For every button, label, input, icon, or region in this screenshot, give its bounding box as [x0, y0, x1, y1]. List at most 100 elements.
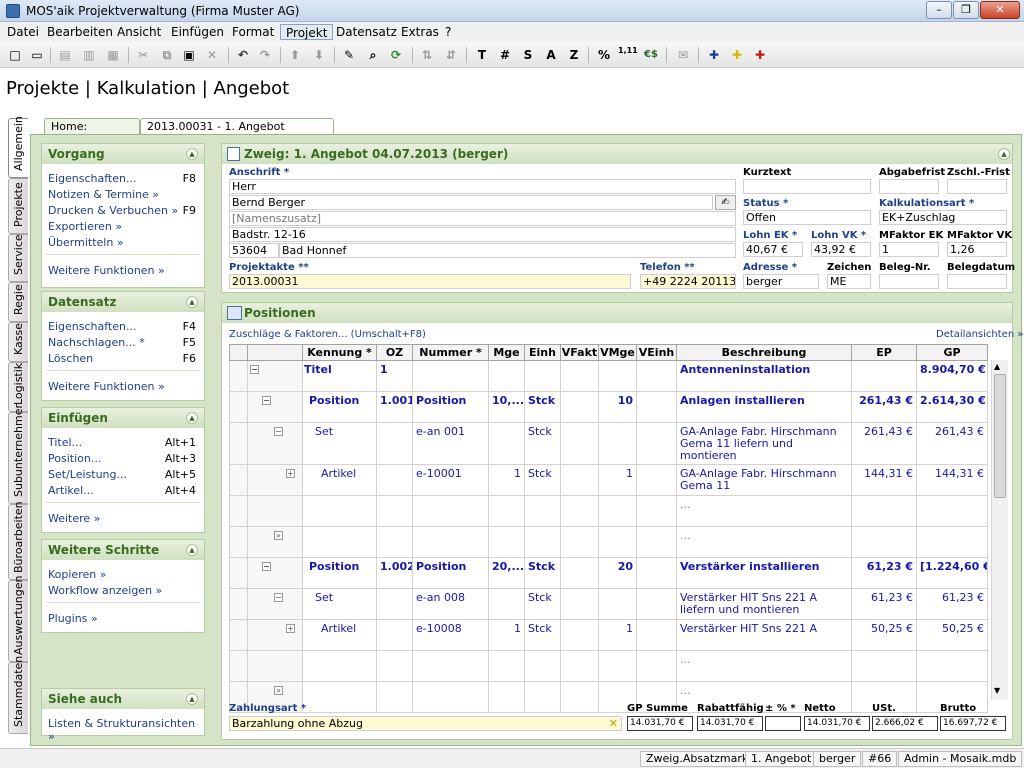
link-weitere-funktionen[interactable]: Weitere Funktionen » — [48, 380, 165, 393]
link-exportieren[interactable]: Exportieren » — [48, 220, 122, 233]
cell-beschr[interactable]: Antenneninstallation — [676, 360, 852, 392]
cell-vfakt[interactable] — [560, 557, 599, 589]
cell-vfakt[interactable] — [560, 391, 599, 423]
redo-icon[interactable]: ↷ — [256, 46, 274, 64]
panel-header[interactable]: Vorgang ▲ — [42, 144, 204, 164]
link-artikel[interactable]: Artikel... — [48, 484, 94, 497]
minimize-button[interactable]: – — [926, 1, 952, 19]
vtab-allgemein[interactable]: Allgemein — [8, 116, 28, 178]
link-kopieren[interactable]: Kopieren » — [48, 568, 106, 581]
cell-nummer[interactable]: e-10008 — [412, 619, 489, 651]
cell-nummer[interactable]: e-an 001 — [412, 422, 489, 465]
cell-mge[interactable] — [488, 526, 525, 558]
vtab-regie[interactable]: Regie — [8, 282, 28, 322]
cell-gp[interactable]: 61,23 € — [916, 588, 988, 620]
cell-gp[interactable]: 2.614,30 € — [916, 391, 988, 423]
col-einh[interactable]: Einh — [524, 344, 561, 361]
field-zahlungsart[interactable]: Barzahlung ohne Abzug ✕ — [229, 716, 622, 731]
col-vfakt[interactable]: VFakt — [560, 344, 599, 361]
field-zeichen[interactable]: ME — [827, 274, 871, 289]
vtab-projekte[interactable]: Projekte — [8, 178, 28, 234]
puzzle-yellow-icon[interactable]: ✚ — [728, 46, 746, 64]
cell-mge[interactable]: 1 — [488, 464, 525, 496]
collapse-icon[interactable]: ▲ — [186, 693, 198, 705]
field-adresse[interactable]: berger — [743, 274, 819, 289]
cell-gp[interactable] — [916, 650, 988, 682]
col-gp[interactable]: GP — [916, 344, 988, 361]
table-row[interactable]: − Position 1.001 Position 10,... Stck 10 Anlage… — [229, 391, 988, 423]
menu-einfuegen[interactable]: Einfügen — [166, 24, 229, 40]
cell-kennung[interactable]: Position — [302, 557, 377, 589]
link-workflow[interactable]: Workflow anzeigen » — [48, 584, 162, 597]
cell-gp[interactable]: 261,43 € — [916, 422, 988, 465]
cell-vmge[interactable] — [598, 422, 637, 465]
panel-header[interactable]: Siehe auch ▲ — [42, 689, 204, 709]
field-abgabefrist[interactable] — [879, 179, 939, 194]
field-kurztext[interactable] — [743, 179, 871, 194]
print-preview-icon[interactable]: ▤ — [56, 46, 74, 64]
cell-oz[interactable]: 1.002 — [376, 557, 413, 589]
cell-mge[interactable] — [488, 495, 525, 527]
cell-beschr[interactable]: GA-Anlage Fabr. Hirschmann Gema 11 liefe… — [676, 422, 852, 465]
field-belegdatum[interactable] — [947, 274, 1007, 289]
artikel-view-icon[interactable]: A — [542, 46, 560, 64]
cell-ep[interactable]: 261,43 € — [851, 422, 917, 465]
cell-vmge[interactable]: 1 — [598, 619, 637, 651]
vtab-bueroarbeiten[interactable]: Büroarbeiten — [8, 501, 28, 580]
mail-icon[interactable]: ✉ — [674, 46, 692, 64]
cell-nummer[interactable]: Position — [412, 557, 489, 589]
cell-einh[interactable]: Stck — [524, 391, 561, 423]
link-notizen[interactable]: Notizen & Termine » — [48, 188, 159, 201]
link-loeschen[interactable]: Löschen — [48, 352, 93, 365]
field-namenszusatz[interactable]: [Namenszusatz] — [229, 211, 736, 226]
paste-icon[interactable]: ▣ — [180, 46, 198, 64]
cell-veinh[interactable] — [636, 619, 677, 651]
cell-nummer[interactable] — [412, 360, 489, 392]
cell-mge[interactable] — [488, 588, 525, 620]
cell-vmge[interactable] — [598, 360, 637, 392]
link-ds-eigenschaften[interactable]: Eigenschaften... — [48, 320, 136, 333]
table-row[interactable]: − Position 1.002 Position 20,... Stck 20 Verstä… — [229, 557, 988, 589]
link-drucken[interactable]: Drucken & Verbuchen » — [48, 204, 178, 217]
cell-oz[interactable] — [376, 588, 413, 620]
vtab-subunternehmer[interactable]: Subunternehmer — [8, 404, 28, 504]
edit-pencil-icon[interactable]: ✎ — [340, 46, 358, 64]
cell-mge[interactable] — [488, 360, 525, 392]
cell-mge[interactable] — [488, 650, 525, 682]
cell-kennung[interactable]: Titel — [302, 360, 377, 392]
cell-veinh[interactable] — [636, 391, 677, 423]
cell-einh[interactable]: Stck — [524, 619, 561, 651]
cell-vmge[interactable] — [598, 650, 637, 682]
cell-gp[interactable]: 8.904,70 € — [916, 360, 988, 392]
link-weitere[interactable]: Weitere » — [48, 512, 100, 525]
vtab-stammdaten[interactable]: Stammdaten — [8, 656, 28, 734]
table-row[interactable]: + Artikel e-10001 1 Stck 1 GA-Anlage Fabr. Hir… — [229, 464, 988, 496]
cell-veinh[interactable] — [636, 650, 677, 682]
link-zuschlaege[interactable]: Zuschläge & Faktoren... (Umschalt+F8) — [229, 329, 426, 340]
collapse-icon[interactable]: ▲ — [186, 544, 198, 556]
cell-vmge[interactable] — [598, 495, 637, 527]
collapse-node-icon[interactable]: − — [274, 427, 283, 436]
more-node-icon[interactable]: » — [274, 531, 283, 540]
collapse-node-icon[interactable]: − — [274, 593, 283, 602]
percent-icon[interactable]: % — [595, 46, 613, 64]
cell-oz[interactable] — [376, 526, 413, 558]
cell-gp[interactable] — [916, 526, 988, 558]
scroll-up-icon[interactable]: ▲ — [994, 362, 1000, 371]
cell-nummer[interactable] — [412, 495, 489, 527]
cell-kennung[interactable] — [302, 526, 377, 558]
col-oz[interactable]: OZ — [376, 344, 413, 361]
link-nachschlagen[interactable]: Nachschlagen... * — [48, 336, 145, 349]
cell-mge[interactable]: 20,... — [488, 557, 525, 589]
col-beschreibung[interactable]: Beschreibung — [676, 344, 852, 361]
cell-einh[interactable]: Stck — [524, 588, 561, 620]
collapse-icon[interactable]: ▲ — [186, 148, 198, 160]
field-beleg-nr[interactable] — [879, 274, 939, 289]
cell-gp[interactable]: 50,25 € — [916, 619, 988, 651]
cell-einh[interactable] — [524, 650, 561, 682]
vtab-auswertungen[interactable]: Auswertungen — [8, 576, 28, 662]
cell-nummer[interactable] — [412, 681, 489, 713]
cell-mge[interactable] — [488, 422, 525, 465]
col-ep[interactable]: EP — [851, 344, 917, 361]
delete-icon[interactable]: ✕ — [203, 46, 221, 64]
